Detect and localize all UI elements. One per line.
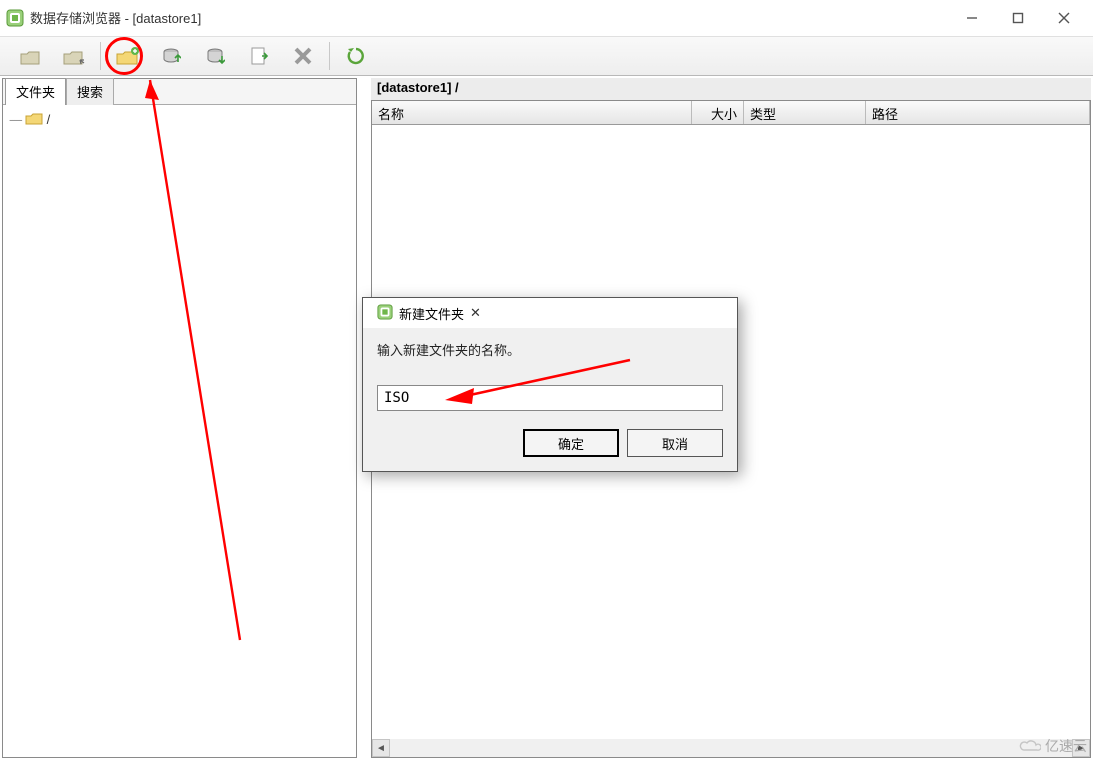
col-type[interactable]: 类型 [744, 101, 866, 124]
folder-tree[interactable]: ----- / [3, 105, 356, 757]
dialog-body: 输入新建文件夹的名称。 确定 取消 [363, 328, 737, 471]
tree-root-label: / [47, 112, 51, 127]
window-controls [949, 2, 1087, 34]
tab-folders[interactable]: 文件夹 [5, 78, 66, 105]
col-name[interactable]: 名称 [372, 101, 692, 124]
dialog-titlebar: 新建文件夹 ✕ [363, 298, 737, 328]
refresh-button[interactable] [334, 37, 378, 75]
nav-up-button[interactable] [8, 37, 52, 75]
cloud-icon [1019, 738, 1041, 754]
dialog-app-icon [377, 304, 393, 323]
new-folder-button[interactable] [105, 37, 149, 75]
maximize-button[interactable] [995, 2, 1041, 34]
toolbar-separator [100, 42, 101, 70]
col-path[interactable]: 路径 [866, 101, 1090, 124]
toolbar [0, 36, 1093, 76]
tree-root-item[interactable]: ----- / [9, 111, 350, 128]
dialog-prompt: 输入新建文件夹的名称。 [377, 340, 723, 359]
minimize-button[interactable] [949, 2, 995, 34]
watermark: 亿速云 [1019, 736, 1087, 756]
tab-search[interactable]: 搜索 [66, 78, 114, 105]
export-button[interactable] [237, 37, 281, 75]
scroll-left-icon[interactable]: ◄ [372, 739, 390, 757]
ok-button[interactable]: 确定 [523, 429, 619, 457]
upload-button[interactable] [149, 37, 193, 75]
nav-home-button[interactable] [52, 37, 96, 75]
app-icon [6, 9, 24, 27]
col-size[interactable]: 大小 [692, 101, 744, 124]
close-button[interactable] [1041, 2, 1087, 34]
toolbar-separator [329, 42, 330, 70]
path-bar: [datastore1] / [371, 78, 1091, 100]
dialog-close-button[interactable]: ✕ [470, 305, 481, 321]
titlebar: 数据存储浏览器 - [datastore1] [0, 0, 1093, 36]
table-header: 名称 大小 类型 路径 [372, 101, 1090, 125]
tree-connector: ----- [9, 112, 21, 127]
download-button[interactable] [193, 37, 237, 75]
delete-button[interactable] [281, 37, 325, 75]
folder-panel: 文件夹 搜索 ----- / [2, 78, 357, 758]
horizontal-scrollbar[interactable]: ◄ ► [372, 739, 1090, 757]
dialog-buttons: 确定 取消 [377, 429, 723, 457]
dialog-title: 新建文件夹 [399, 304, 464, 323]
watermark-text: 亿速云 [1045, 736, 1087, 756]
cancel-button[interactable]: 取消 [627, 429, 723, 457]
new-folder-dialog: 新建文件夹 ✕ 输入新建文件夹的名称。 确定 取消 [362, 297, 738, 472]
folder-icon [25, 111, 43, 128]
folder-name-input[interactable] [377, 385, 723, 411]
left-tabs: 文件夹 搜索 [3, 79, 356, 105]
window-title: 数据存储浏览器 - [datastore1] [30, 8, 201, 27]
